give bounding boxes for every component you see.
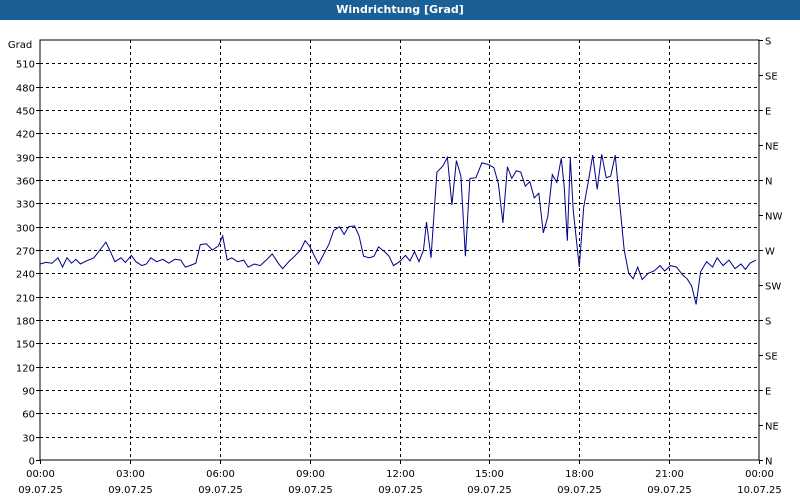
y-tick-label: 210 bbox=[16, 294, 35, 305]
y-tick-label: 30 bbox=[22, 434, 35, 445]
y2-tick-label: NW bbox=[765, 212, 782, 223]
x-tick-time: 00:00 bbox=[26, 469, 55, 480]
y-tick-label: 150 bbox=[16, 340, 35, 351]
y2-tick-label: SE bbox=[765, 72, 778, 83]
x-tick-date: 09.07.25 bbox=[108, 485, 153, 496]
x-tick-time: 09:00 bbox=[296, 469, 325, 480]
x-tick-time: 21:00 bbox=[655, 469, 684, 480]
y2-tick-label: NE bbox=[765, 422, 779, 433]
y2-tick-label: S bbox=[765, 37, 771, 48]
y-tick-label: 180 bbox=[16, 317, 35, 328]
plot-area bbox=[39, 39, 760, 461]
y-tick-label: 450 bbox=[16, 107, 35, 118]
chart-svg: 0 30 60 90 120 150 180 210 240 270 300 330 360 390 420… bbox=[8, 37, 783, 497]
y-tick-label: 0 bbox=[29, 457, 35, 468]
x-tick-date: 09.07.25 bbox=[198, 485, 243, 496]
x-tick-time: 03:00 bbox=[116, 469, 145, 480]
y-tick-label: 300 bbox=[16, 224, 35, 235]
y-tick-label: 480 bbox=[16, 84, 35, 95]
y-tick-label: 60 bbox=[22, 410, 35, 421]
y-tick-label: 240 bbox=[16, 270, 35, 281]
y-tick-label: 90 bbox=[22, 387, 35, 398]
x-tick-date: 10.07.25 bbox=[737, 485, 782, 496]
y-tick-label: 330 bbox=[16, 200, 35, 211]
y2-tick-label: W bbox=[765, 247, 775, 258]
x-tick-date: 09.07.25 bbox=[557, 485, 602, 496]
x-tick-time: 15:00 bbox=[475, 469, 504, 480]
y2-tick-label: S bbox=[765, 317, 771, 328]
x-tick-time: 12:00 bbox=[386, 469, 415, 480]
y2-tick-label: N bbox=[765, 457, 772, 468]
y2-tick-label: SE bbox=[765, 352, 778, 363]
y-tick-label: 420 bbox=[16, 130, 35, 141]
y-tick-label: 510 bbox=[16, 60, 35, 71]
y-tick-label: 390 bbox=[16, 154, 35, 165]
x-tick-date: 09.07.25 bbox=[378, 485, 423, 496]
x-tick-date: 09.07.25 bbox=[467, 485, 512, 496]
y-tick-label: 270 bbox=[16, 247, 35, 258]
x-tick-date: 09.07.25 bbox=[18, 485, 63, 496]
y2-tick-label: E bbox=[765, 107, 771, 118]
y2-tick-label: E bbox=[765, 387, 771, 398]
y-tick-label: 120 bbox=[16, 364, 35, 375]
chart-window: Windrichtung [Grad] 0 30 60 90 120 150 180 210 2… bbox=[0, 0, 800, 500]
x-tick-time: 18:00 bbox=[565, 469, 594, 480]
x-tick-date: 09.07.25 bbox=[647, 485, 692, 496]
y2-tick-label: NE bbox=[765, 142, 779, 153]
x-tick-date: 09.07.25 bbox=[288, 485, 333, 496]
x-tick-time: 06:00 bbox=[206, 469, 235, 480]
y2-tick-label: N bbox=[765, 177, 772, 188]
y2-tick-label: SW bbox=[765, 282, 781, 293]
y-tick-label: 360 bbox=[16, 177, 35, 188]
y-axis-label: Grad bbox=[8, 40, 32, 51]
x-tick-time: 00:00 bbox=[745, 469, 774, 480]
